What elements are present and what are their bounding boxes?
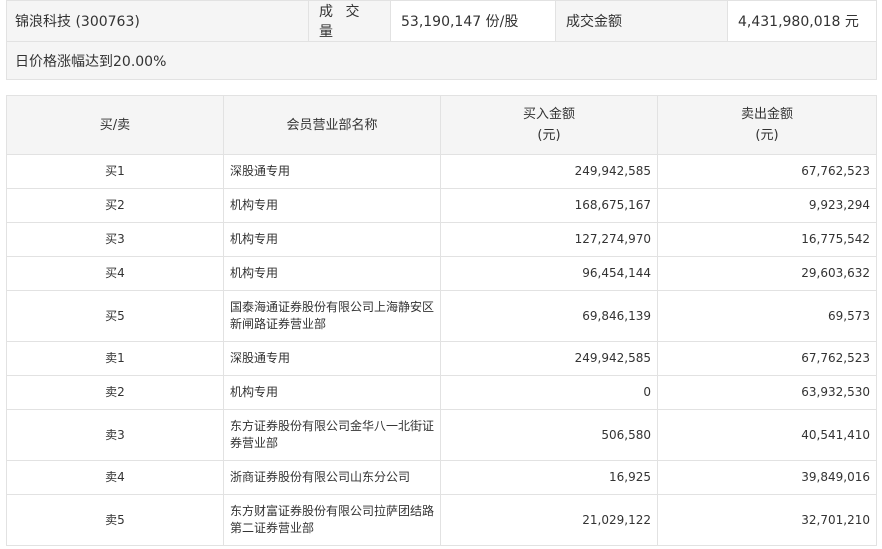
table-header-row: 买/卖 会员营业部名称 买入金额 (元) 卖出金额 (元) bbox=[6, 95, 877, 155]
table-row: 买4 机构专用 96,454,144 29,603,632 bbox=[6, 256, 877, 291]
branch-name-continued: 券营业部 bbox=[230, 436, 279, 450]
branch-name: 国泰海通证券股份有限公司上海静安区 bbox=[230, 300, 435, 314]
branch-cell: 东方证券股份有限公司金华八一北街证 券营业部 bbox=[223, 409, 441, 461]
buy-amount-cell: 16,925 bbox=[440, 460, 658, 495]
buy-amount-cell: 127,274,970 bbox=[440, 222, 658, 257]
header-buy-amount-label: 买入金额 bbox=[522, 107, 575, 122]
branch-name: 深股通专用 bbox=[230, 351, 291, 365]
table-row: 卖1 深股通专用 249,942,585 67,762,523 bbox=[6, 341, 877, 376]
branch-cell: 深股通专用 bbox=[223, 154, 441, 189]
branch-cell: 机构专用 bbox=[223, 375, 441, 410]
branch-cell: 浙商证券股份有限公司山东分公司 bbox=[223, 460, 441, 495]
sell-amount-cell: 39,849,016 bbox=[657, 460, 877, 495]
side-cell: 卖5 bbox=[6, 494, 224, 546]
sell-amount-cell: 40,541,410 bbox=[657, 409, 877, 461]
buy-amount-cell: 168,675,167 bbox=[440, 188, 658, 223]
branch-name: 东方证券股份有限公司金华八一北街证 bbox=[230, 419, 435, 433]
branch-name-continued: 第二证券营业部 bbox=[230, 521, 315, 535]
branch-name: 深股通专用 bbox=[230, 164, 291, 178]
table-row: 卖3 东方证券股份有限公司金华八一北街证 券营业部 506,580 40,541,… bbox=[6, 409, 877, 461]
volume-value: 53,190,147 份/股 bbox=[390, 0, 556, 42]
volume-label: 成 交 量 bbox=[308, 0, 391, 42]
side-cell: 卖1 bbox=[6, 341, 224, 376]
amount-value: 4,431,980,018 元 bbox=[727, 0, 877, 42]
header-sell-amount-label: 卖出金额 bbox=[740, 107, 793, 122]
side-cell: 卖2 bbox=[6, 375, 224, 410]
branch-name: 机构专用 bbox=[230, 266, 279, 280]
header-branch: 会员营业部名称 bbox=[223, 95, 441, 155]
sell-amount-cell: 16,775,542 bbox=[657, 222, 877, 257]
buy-amount-cell: 249,942,585 bbox=[440, 341, 658, 376]
trading-seats-table: 买/卖 会员营业部名称 买入金额 (元) 卖出金额 (元) 买1 深股通专用 2… bbox=[6, 95, 877, 546]
branch-name: 机构专用 bbox=[230, 198, 279, 212]
side-cell: 买1 bbox=[6, 154, 224, 189]
table-row: 买3 机构专用 127,274,970 16,775,542 bbox=[6, 222, 877, 257]
table-row: 卖5 东方财富证券股份有限公司拉萨团结路 第二证券营业部 21,029,122 3… bbox=[6, 494, 877, 546]
side-cell: 买3 bbox=[6, 222, 224, 257]
sell-amount-cell: 9,923,294 bbox=[657, 188, 877, 223]
side-cell: 买2 bbox=[6, 188, 224, 223]
header-side: 买/卖 bbox=[6, 95, 224, 155]
header-buy-amount-unit: (元) bbox=[537, 128, 561, 143]
branch-cell: 国泰海通证券股份有限公司上海静安区 新闸路证券营业部 bbox=[223, 290, 441, 342]
amount-label: 成交金额 bbox=[555, 0, 728, 42]
header-sell-amount-unit: (元) bbox=[755, 128, 779, 143]
buy-amount-cell: 0 bbox=[440, 375, 658, 410]
reason-row: 日价格涨幅达到20.00% bbox=[6, 41, 877, 80]
table-row: 买5 国泰海通证券股份有限公司上海静安区 新闸路证券营业部 69,846,139 … bbox=[6, 290, 877, 342]
buy-amount-cell: 69,846,139 bbox=[440, 290, 658, 342]
stock-summary-row: 锦浪科技 (300763) 成 交 量 53,190,147 份/股 成交金额 … bbox=[6, 0, 877, 42]
side-cell: 卖3 bbox=[6, 409, 224, 461]
branch-name: 机构专用 bbox=[230, 385, 279, 399]
table-row: 卖2 机构专用 0 63,932,530 bbox=[6, 375, 877, 410]
header-sell-amount: 卖出金额 (元) bbox=[657, 95, 877, 155]
buy-amount-cell: 249,942,585 bbox=[440, 154, 658, 189]
branch-cell: 机构专用 bbox=[223, 188, 441, 223]
branch-cell: 机构专用 bbox=[223, 256, 441, 291]
branch-name: 机构专用 bbox=[230, 232, 279, 246]
side-cell: 买5 bbox=[6, 290, 224, 342]
buy-amount-cell: 21,029,122 bbox=[440, 494, 658, 546]
listing-reason: 日价格涨幅达到20.00% bbox=[6, 41, 877, 80]
sell-amount-cell: 32,701,210 bbox=[657, 494, 877, 546]
branch-name: 东方财富证券股份有限公司拉萨团结路 bbox=[230, 504, 435, 518]
sell-amount-cell: 69,573 bbox=[657, 290, 877, 342]
stock-name-code: 锦浪科技 (300763) bbox=[6, 0, 309, 42]
stock-summary-table: 锦浪科技 (300763) 成 交 量 53,190,147 份/股 成交金额 … bbox=[6, 0, 877, 80]
branch-name-continued: 新闸路证券营业部 bbox=[230, 317, 327, 331]
side-cell: 卖4 bbox=[6, 460, 224, 495]
table-row: 买2 机构专用 168,675,167 9,923,294 bbox=[6, 188, 877, 223]
sell-amount-cell: 29,603,632 bbox=[657, 256, 877, 291]
buy-amount-cell: 506,580 bbox=[440, 409, 658, 461]
branch-cell: 机构专用 bbox=[223, 222, 441, 257]
buy-amount-cell: 96,454,144 bbox=[440, 256, 658, 291]
table-row: 买1 深股通专用 249,942,585 67,762,523 bbox=[6, 154, 877, 189]
branch-name: 浙商证券股份有限公司山东分公司 bbox=[230, 470, 411, 484]
sell-amount-cell: 67,762,523 bbox=[657, 154, 877, 189]
sell-amount-cell: 67,762,523 bbox=[657, 341, 877, 376]
header-buy-amount: 买入金额 (元) bbox=[440, 95, 658, 155]
table-row: 卖4 浙商证券股份有限公司山东分公司 16,925 39,849,016 bbox=[6, 460, 877, 495]
branch-cell: 深股通专用 bbox=[223, 341, 441, 376]
sell-amount-cell: 63,932,530 bbox=[657, 375, 877, 410]
branch-cell: 东方财富证券股份有限公司拉萨团结路 第二证券营业部 bbox=[223, 494, 441, 546]
side-cell: 买4 bbox=[6, 256, 224, 291]
